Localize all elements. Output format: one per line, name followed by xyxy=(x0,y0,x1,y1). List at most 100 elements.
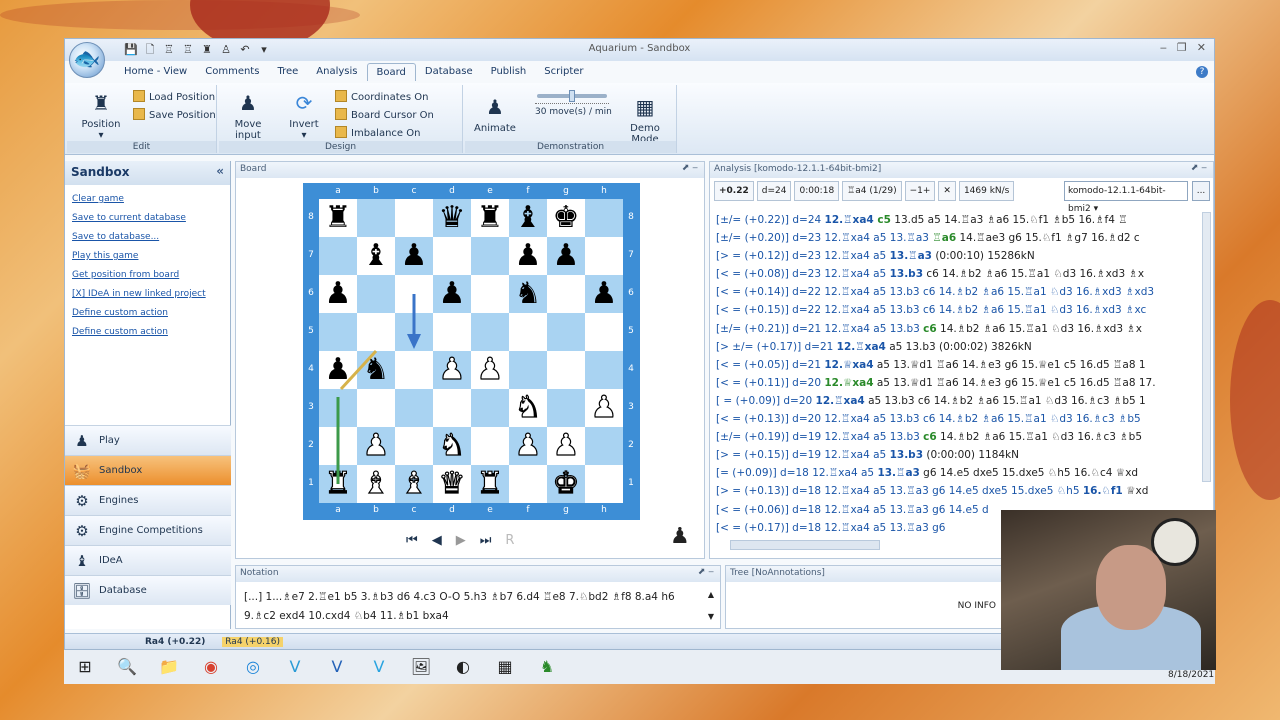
search-icon[interactable]: 🔍 xyxy=(116,656,138,678)
eval-button[interactable]: −1+ xyxy=(904,181,936,201)
panel-pin-icon[interactable]: ⬈ ‒ xyxy=(682,163,698,173)
square-f8[interactable]: ♝ xyxy=(509,199,547,237)
tab-database[interactable]: Database xyxy=(416,63,482,81)
square-f2[interactable]: ♟ xyxy=(509,427,547,465)
tab-board[interactable]: Board xyxy=(366,63,416,81)
analysis-line[interactable]: [> = (+0.15)] d=19 12.♖xa4 a5 13.b3 (0:0… xyxy=(716,446,1206,464)
square-h7[interactable] xyxy=(585,237,623,275)
analysis-line[interactable]: [< = (+0.11)] d=20 12.♕xa4 a5 13.♕d1 ♖a6… xyxy=(716,374,1206,392)
nav-engines[interactable]: ⚙ Engines xyxy=(65,485,231,515)
tab-analysis[interactable]: Analysis xyxy=(307,63,366,81)
square-h5[interactable] xyxy=(585,313,623,351)
black-knight-icon[interactable]: ♞ xyxy=(363,352,390,387)
square-h2[interactable] xyxy=(585,427,623,465)
task-get-position[interactable]: Get position from board xyxy=(72,270,230,280)
square-d4[interactable]: ♟ xyxy=(433,351,471,389)
load-position-button[interactable]: Load Position xyxy=(133,90,215,103)
square-c6[interactable] xyxy=(395,275,433,313)
square-a7[interactable] xyxy=(319,237,357,275)
square-c7[interactable]: ♟ xyxy=(395,237,433,275)
black-pawn-icon[interactable]: ♟ xyxy=(591,276,618,311)
windows-start-icon[interactable]: ⊞ xyxy=(74,656,96,678)
board-cursor-toggle[interactable]: Board Cursor On xyxy=(335,108,434,121)
help-icon[interactable]: ? xyxy=(1196,66,1208,78)
black-pawn-icon[interactable]: ♟ xyxy=(325,276,352,311)
analysis-line[interactable]: [< = (+0.05)] d=21 12.♕xa4 a5 13.♕d1 ♖a6… xyxy=(716,356,1206,374)
edge-icon[interactable]: ◎ xyxy=(242,656,264,678)
analysis-line[interactable]: [> = (+0.12)] d=23 12.♖xa4 a5 13.♖a3 (0:… xyxy=(716,247,1206,265)
nav-play[interactable]: ♟ Play xyxy=(65,425,231,455)
invert-button[interactable]: ⟳ Invert ▾ xyxy=(279,89,329,141)
square-b2[interactable]: ♟ xyxy=(357,427,395,465)
square-d1[interactable]: ♛ xyxy=(433,465,471,503)
square-g8[interactable]: ♚ xyxy=(547,199,585,237)
black-rook-icon[interactable]: ♜ xyxy=(325,200,352,235)
analysis-line[interactable]: [±/= (+0.21)] d=21 12.♖xa4 a5 13.b3 c6 1… xyxy=(716,320,1206,338)
square-a8[interactable]: ♜ xyxy=(319,199,357,237)
task-clear-game[interactable]: Clear game xyxy=(72,194,230,204)
square-e1[interactable]: ♜ xyxy=(471,465,509,503)
tab-home-view[interactable]: Home - View xyxy=(115,63,196,81)
square-c5[interactable] xyxy=(395,313,433,351)
square-e2[interactable] xyxy=(471,427,509,465)
square-b6[interactable] xyxy=(357,275,395,313)
chessboard-app-icon[interactable]: ▦ xyxy=(494,656,516,678)
task-custom-action-2[interactable]: Define custom action xyxy=(72,327,230,337)
square-b3[interactable] xyxy=(357,389,395,427)
white-pawn-icon[interactable]: ♟ xyxy=(514,427,542,463)
task-save-to-db[interactable]: Save to database... xyxy=(72,232,230,242)
white-king-icon[interactable]: ♚ xyxy=(552,465,580,501)
tab-publish[interactable]: Publish xyxy=(482,63,536,81)
engine-select[interactable]: komodo-12.1.1-64bit-bmi2 ▾ xyxy=(1064,181,1188,214)
white-rook-icon[interactable]: ♜ xyxy=(324,465,352,501)
square-g2[interactable]: ♟ xyxy=(547,427,585,465)
stop-button[interactable]: ✕ xyxy=(938,181,956,201)
next-move-button[interactable]: ▶ xyxy=(456,533,466,548)
analysis-line[interactable]: [±/= (+0.22)] d=24 12.♖xa4 c5 13.d5 a5 1… xyxy=(716,211,1206,229)
square-e8[interactable]: ♜ xyxy=(471,199,509,237)
imbalance-toggle[interactable]: Imbalance On xyxy=(335,126,420,139)
square-c3[interactable] xyxy=(395,389,433,427)
square-a2[interactable] xyxy=(319,427,357,465)
task-idea-linked[interactable]: [X] IDeA in new linked project xyxy=(72,289,230,299)
square-a3[interactable] xyxy=(319,389,357,427)
square-g1[interactable]: ♚ xyxy=(547,465,585,503)
white-bishop-icon[interactable]: ♝ xyxy=(400,465,428,501)
square-f4[interactable] xyxy=(509,351,547,389)
square-c8[interactable] xyxy=(395,199,433,237)
tab-tree[interactable]: Tree xyxy=(268,63,307,81)
square-h1[interactable] xyxy=(585,465,623,503)
square-c1[interactable]: ♝ xyxy=(395,465,433,503)
vivaldi-icon[interactable]: V xyxy=(326,656,348,678)
square-f7[interactable]: ♟ xyxy=(509,237,547,275)
black-pawn-icon[interactable]: ♟ xyxy=(553,238,580,273)
white-knight-icon[interactable]: ♞ xyxy=(438,427,466,463)
square-e5[interactable] xyxy=(471,313,509,351)
square-g4[interactable] xyxy=(547,351,585,389)
black-pawn-icon[interactable]: ♟ xyxy=(439,276,466,311)
notation-text[interactable]: [...] 1...♗e7 2.♖e1 b5 3.♗b3 d6 4.c3 O-O… xyxy=(244,588,708,626)
square-e4[interactable]: ♟ xyxy=(471,351,509,389)
square-g6[interactable] xyxy=(547,275,585,313)
analysis-line[interactable]: [< = (+0.08)] d=23 12.♖xa4 a5 13.b3 c6 1… xyxy=(716,265,1206,283)
task-play-game[interactable]: Play this game xyxy=(72,251,230,261)
black-pawn-icon[interactable]: ♟ xyxy=(515,238,542,273)
square-c2[interactable] xyxy=(395,427,433,465)
black-pawn-icon[interactable]: ♟ xyxy=(401,238,428,273)
square-b8[interactable] xyxy=(357,199,395,237)
square-c4[interactable] xyxy=(395,351,433,389)
file-explorer-icon[interactable]: 📁 xyxy=(158,656,180,678)
square-a6[interactable]: ♟ xyxy=(319,275,357,313)
white-knight-icon[interactable]: ♞ xyxy=(514,389,542,425)
black-rook-icon[interactable]: ♜ xyxy=(477,200,504,235)
coordinates-toggle[interactable]: Coordinates On xyxy=(335,90,428,103)
vivaldi-icon[interactable]: V xyxy=(284,656,306,678)
square-a5[interactable] xyxy=(319,313,357,351)
aquarium-logo-icon[interactable]: 🐟 xyxy=(69,42,105,78)
black-pawn-icon[interactable]: ♟ xyxy=(325,352,352,387)
square-b7[interactable]: ♝ xyxy=(357,237,395,275)
square-d8[interactable]: ♛ xyxy=(433,199,471,237)
save-position-button[interactable]: Save Position xyxy=(133,108,216,121)
white-bishop-icon[interactable]: ♝ xyxy=(362,465,390,501)
panel-pin-icon[interactable]: ⬈ ‒ xyxy=(1191,163,1207,173)
